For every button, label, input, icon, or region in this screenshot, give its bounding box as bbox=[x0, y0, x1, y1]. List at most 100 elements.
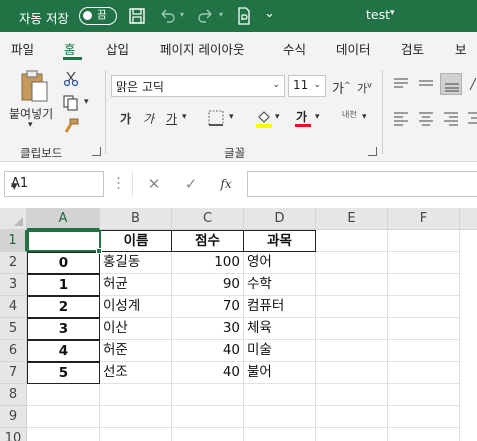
fill-color-icon[interactable] bbox=[255, 108, 273, 128]
cell-d2[interactable]: 영어 bbox=[244, 252, 316, 274]
cell-e5[interactable] bbox=[316, 318, 388, 340]
undo-dropdown-icon[interactable]: ▾ bbox=[180, 10, 184, 19]
cell-a3[interactable]: 1 bbox=[27, 274, 100, 296]
cell-a10[interactable] bbox=[27, 428, 100, 441]
tab-data[interactable]: 데이터 bbox=[336, 39, 371, 58]
align-top-icon[interactable] bbox=[393, 76, 409, 92]
cell-f4[interactable] bbox=[388, 296, 460, 318]
cell-c9[interactable] bbox=[172, 406, 244, 428]
align-left-icon[interactable] bbox=[393, 110, 409, 126]
title-chevron-down-icon[interactable]: ▾ bbox=[390, 8, 395, 18]
font-name-select[interactable]: 맑은 고딕 ⌄ bbox=[111, 75, 285, 97]
cell-f5[interactable] bbox=[388, 318, 460, 340]
document-title[interactable]: test bbox=[366, 7, 390, 22]
cell-f8[interactable] bbox=[388, 384, 460, 406]
font-launcher-icon[interactable] bbox=[368, 147, 377, 156]
insert-function-icon[interactable]: fx bbox=[215, 173, 237, 195]
cell-d3[interactable]: 수학 bbox=[244, 274, 316, 296]
formula-input[interactable] bbox=[247, 171, 477, 197]
format-painter-icon[interactable] bbox=[63, 118, 79, 134]
cell-a6[interactable]: 4 bbox=[27, 340, 100, 362]
cell-f3[interactable] bbox=[388, 274, 460, 296]
align-center-icon[interactable] bbox=[418, 110, 434, 126]
italic-button[interactable]: 가 bbox=[143, 110, 154, 127]
font-color-button[interactable]: 가 bbox=[296, 108, 307, 125]
cell-d4[interactable]: 컴퓨터 bbox=[244, 296, 316, 318]
paste-icon[interactable] bbox=[18, 68, 50, 104]
decrease-indent-icon[interactable] bbox=[467, 110, 477, 126]
tab-insert[interactable]: 삽입 bbox=[106, 39, 129, 58]
customize-toolbar-icon[interactable]: ⌄ bbox=[264, 6, 275, 21]
cell-c6[interactable]: 40 bbox=[172, 340, 244, 362]
cell-f1[interactable] bbox=[388, 230, 460, 252]
phonetic-dropdown-icon[interactable]: ▾ bbox=[362, 112, 367, 122]
borders-dropdown-icon[interactable]: ▾ bbox=[229, 112, 234, 122]
clipboard-launcher-icon[interactable] bbox=[92, 147, 101, 156]
cell-d1[interactable]: 과목 bbox=[243, 230, 316, 252]
cell-b2[interactable]: 홍길동 bbox=[100, 252, 172, 274]
fill-color-dropdown-icon[interactable]: ▾ bbox=[275, 112, 280, 122]
cell-d10[interactable] bbox=[244, 428, 316, 441]
increase-font-size-button[interactable]: 가^ bbox=[332, 78, 351, 97]
cell-d9[interactable] bbox=[244, 406, 316, 428]
paste-dropdown-icon[interactable]: ▾ bbox=[28, 120, 33, 130]
underline-button[interactable]: 가 bbox=[166, 110, 177, 127]
row-header-4[interactable]: 4 bbox=[0, 296, 27, 318]
cell-b9[interactable] bbox=[100, 406, 172, 428]
cell-c4[interactable]: 70 bbox=[172, 296, 244, 318]
row-header-1[interactable]: 1 bbox=[0, 230, 27, 252]
undo-icon[interactable] bbox=[157, 6, 177, 26]
copy-dropdown-icon[interactable]: ▾ bbox=[84, 97, 89, 107]
cell-f9[interactable] bbox=[388, 406, 460, 428]
tab-file[interactable]: 파일 bbox=[11, 39, 34, 58]
decrease-font-size-button[interactable]: 가v bbox=[357, 80, 372, 96]
underline-dropdown-icon[interactable]: ▾ bbox=[182, 112, 187, 122]
cell-e3[interactable] bbox=[316, 274, 388, 296]
save-icon[interactable] bbox=[127, 6, 147, 26]
row-header-6[interactable]: 6 bbox=[0, 340, 27, 362]
cell-a7[interactable]: 5 bbox=[27, 362, 100, 384]
align-middle-icon[interactable] bbox=[418, 76, 434, 92]
cell-b5[interactable]: 이산 bbox=[100, 318, 172, 340]
row-header-10[interactable]: 10 bbox=[0, 428, 27, 441]
column-header-c[interactable]: C bbox=[172, 208, 244, 230]
tab-home[interactable]: 홈 bbox=[64, 39, 76, 58]
cell-e4[interactable] bbox=[316, 296, 388, 318]
cell-e8[interactable] bbox=[316, 384, 388, 406]
fill-handle[interactable] bbox=[96, 248, 102, 254]
column-header-a[interactable]: A bbox=[27, 208, 100, 230]
cell-f2[interactable] bbox=[388, 252, 460, 274]
cell-c3[interactable]: 90 bbox=[172, 274, 244, 296]
cell-d5[interactable]: 체육 bbox=[244, 318, 316, 340]
cell-a4[interactable]: 2 bbox=[27, 296, 100, 318]
enter-icon[interactable]: ✓ bbox=[180, 173, 202, 195]
cell-b6[interactable]: 허준 bbox=[100, 340, 172, 362]
cell-e2[interactable] bbox=[316, 252, 388, 274]
cell-a9[interactable] bbox=[27, 406, 100, 428]
cell-a8[interactable] bbox=[27, 384, 100, 406]
tab-review[interactable]: 검토 bbox=[401, 39, 424, 58]
cell-c1[interactable]: 점수 bbox=[171, 230, 244, 252]
font-color-dropdown-icon[interactable]: ▾ bbox=[315, 112, 320, 122]
row-header-3[interactable]: 3 bbox=[0, 274, 27, 296]
align-bottom-button[interactable] bbox=[440, 73, 462, 95]
cell-d6[interactable]: 미술 bbox=[244, 340, 316, 362]
copy-icon[interactable] bbox=[63, 95, 79, 111]
column-header-b[interactable]: B bbox=[100, 208, 172, 230]
font-size-select[interactable]: 11 ⌄ bbox=[288, 75, 326, 97]
cell-c7[interactable]: 40 bbox=[172, 362, 244, 384]
cell-b10[interactable] bbox=[100, 428, 172, 441]
cell-f6[interactable] bbox=[388, 340, 460, 362]
align-right-icon[interactable] bbox=[443, 110, 459, 126]
row-header-5[interactable]: 5 bbox=[0, 318, 27, 340]
cell-c2[interactable]: 100 bbox=[172, 252, 244, 274]
column-header-d[interactable]: D bbox=[244, 208, 316, 230]
bold-button[interactable]: 가 bbox=[120, 110, 131, 127]
cell-d8[interactable] bbox=[244, 384, 316, 406]
column-header-f[interactable]: F bbox=[388, 208, 460, 230]
cell-b7[interactable]: 선조 bbox=[100, 362, 172, 384]
drag-handle-icon[interactable] bbox=[117, 176, 120, 190]
row-header-9[interactable]: 9 bbox=[0, 406, 27, 428]
cell-e6[interactable] bbox=[316, 340, 388, 362]
cell-e1[interactable] bbox=[316, 230, 388, 252]
